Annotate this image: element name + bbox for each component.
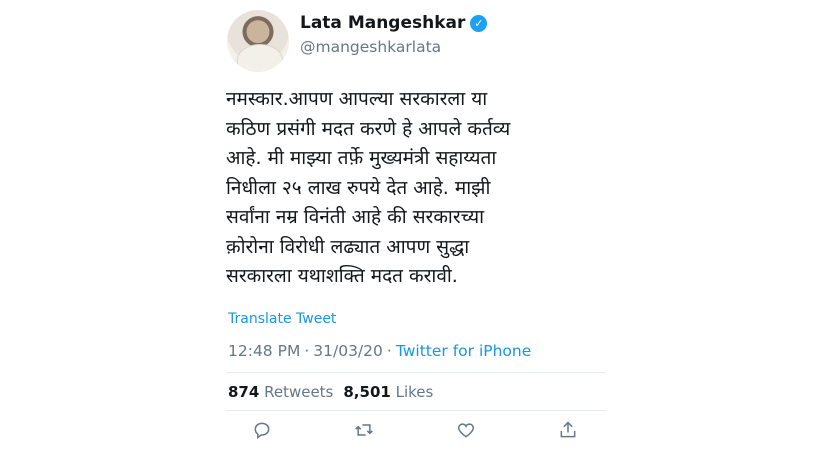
tweet-card: Lata Mangeshkar ✓ @mangeshkarlata नमस्का… bbox=[210, 0, 615, 450]
tweet-stats: 874 Retweets 8,501 Likes bbox=[228, 383, 433, 401]
divider bbox=[226, 410, 606, 411]
retweets-label: Retweets bbox=[264, 383, 334, 401]
user-handle[interactable]: @mangeshkarlata bbox=[300, 38, 441, 56]
right-margin bbox=[615, 0, 825, 450]
retweet-icon bbox=[355, 424, 373, 436]
likes-stat[interactable]: 8,501 Likes bbox=[343, 383, 433, 401]
tweet-source-link[interactable]: Twitter for iPhone bbox=[396, 342, 531, 360]
display-name[interactable]: Lata Mangeshkar bbox=[300, 13, 465, 33]
share-icon bbox=[560, 421, 576, 438]
translate-tweet-link[interactable]: Translate Tweet bbox=[228, 311, 336, 327]
tweet-text: नमस्कार.आपण आपल्या सरकारला या कठिण प्रसं… bbox=[226, 88, 511, 287]
tweet-meta: 12:48 PM · 31/03/20 · Twitter for iPhone bbox=[228, 342, 531, 360]
share-button[interactable] bbox=[556, 418, 580, 442]
retweets-count: 874 bbox=[228, 383, 260, 401]
avatar[interactable] bbox=[227, 10, 289, 72]
retweets-stat[interactable]: 874 Retweets bbox=[228, 383, 333, 401]
divider bbox=[226, 372, 606, 373]
display-name-row[interactable]: Lata Mangeshkar ✓ bbox=[300, 13, 488, 33]
tweet-actions bbox=[250, 418, 580, 442]
likes-count: 8,501 bbox=[343, 383, 391, 401]
reply-icon bbox=[254, 422, 270, 439]
tweet-date[interactable]: 31/03/20 bbox=[313, 342, 383, 360]
meta-separator: · bbox=[386, 342, 392, 360]
likes-label: Likes bbox=[395, 383, 434, 401]
left-margin bbox=[0, 0, 210, 450]
meta-separator: · bbox=[304, 342, 310, 360]
retweet-button[interactable] bbox=[352, 418, 376, 442]
like-button[interactable] bbox=[454, 418, 478, 442]
heart-icon bbox=[457, 423, 475, 438]
tweet-time[interactable]: 12:48 PM bbox=[228, 342, 300, 360]
verified-badge-icon: ✓ bbox=[470, 14, 488, 32]
reply-button[interactable] bbox=[250, 418, 274, 442]
